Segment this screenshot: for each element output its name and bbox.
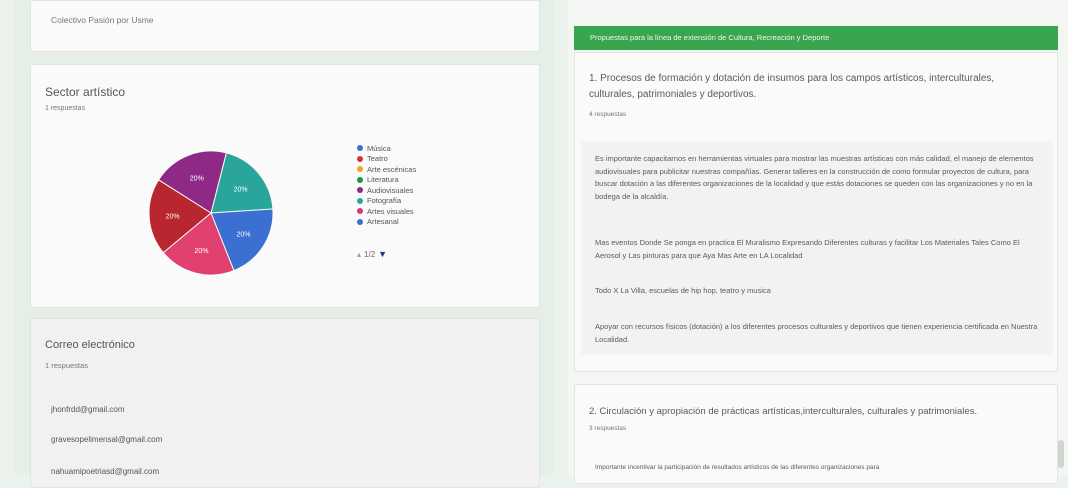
legend-item[interactable]: Audiovisuales bbox=[357, 185, 416, 196]
sector-card: Sector artístico 1 respuestas 20% 20% 20% 2… bbox=[30, 64, 540, 308]
question-2-card: 2. Circulación y apropiación de práctica… bbox=[574, 384, 1058, 484]
email-card: Correo electrónico 1 respuestas jhonfrdd… bbox=[30, 318, 540, 488]
legend-item[interactable]: Arte escénicas bbox=[357, 164, 416, 175]
sector-title: Sector artístico bbox=[45, 85, 126, 99]
email-entry: jhonfrdd@gmail.com bbox=[51, 405, 125, 414]
pager-down-icon[interactable]: ▼ bbox=[378, 249, 387, 259]
question-2-responses: 3 respuestas bbox=[589, 425, 627, 432]
legend-label: Literatura bbox=[367, 175, 399, 185]
pie-slice-label: 20% bbox=[236, 232, 250, 239]
right-proposals-panel: Propuestas para la línea de extensión de… bbox=[568, 0, 1068, 484]
legend-item[interactable]: Fotografía bbox=[357, 196, 416, 207]
email-entry: gravesopelimensal@gmail.com bbox=[51, 435, 163, 444]
legend-label: Música bbox=[367, 143, 391, 153]
left-responses-panel: Colectivo Pasión por Usme Sector artísti… bbox=[14, 0, 554, 488]
legend-item[interactable]: Artesanal bbox=[357, 217, 416, 228]
answer-text: Mas eventos Donde Se ponga en practica E… bbox=[595, 238, 1020, 260]
question-1-card: 1. Procesos de formación y dotación de i… bbox=[574, 52, 1058, 372]
email-title: Correo electrónico bbox=[45, 339, 135, 351]
answer-text: Es importante capacitarnos en herramient… bbox=[595, 154, 1034, 201]
pie-slice-label: 20% bbox=[190, 175, 204, 182]
answer-text: Apoyar con recursos físicos (dotación) a… bbox=[595, 322, 1038, 344]
legend-label: Arte escénicas bbox=[367, 164, 417, 174]
legend-label: Teatro bbox=[367, 154, 388, 164]
section-header: Propuestas para la línea de extensión de… bbox=[574, 26, 1058, 50]
sector-pie-chart: 20% 20% 20% 20% 20% bbox=[148, 150, 274, 276]
legend-swatch bbox=[357, 187, 363, 194]
question-1-title: 1. Procesos de formación y dotación de i… bbox=[589, 73, 995, 100]
pie-slice-label: 20% bbox=[234, 186, 248, 193]
question-1-responses: 4 respuestas bbox=[589, 111, 627, 118]
answer-text: Todo X La Villa, escuelas de hip hop, te… bbox=[595, 286, 771, 295]
legend-item[interactable]: Literatura bbox=[357, 175, 416, 186]
organization-name: Colectivo Pasión por Usme bbox=[51, 15, 154, 25]
legend-swatch bbox=[357, 218, 363, 225]
question-2-title: 2. Circulación y apropiación de práctica… bbox=[589, 406, 978, 417]
scrollbar-thumb[interactable] bbox=[1058, 440, 1064, 468]
legend-swatch bbox=[357, 145, 363, 152]
legend-swatch bbox=[357, 166, 363, 173]
legend-label: Audiovisuales bbox=[367, 185, 414, 195]
email-responses-count: 1 respuestas bbox=[45, 361, 88, 370]
legend-item[interactable]: Artes visuales bbox=[357, 206, 416, 217]
legend-pager: ▴ 1/2 ▼ bbox=[357, 249, 416, 259]
pager-label: 1/2 bbox=[364, 249, 376, 259]
legend-swatch bbox=[357, 155, 363, 162]
pager-up-icon[interactable]: ▴ bbox=[357, 250, 361, 259]
sector-responses-count: 1 respuestas bbox=[45, 105, 86, 112]
answer-preview: Importante incentivar la participación d… bbox=[595, 464, 880, 471]
organization-card: Colectivo Pasión por Usme bbox=[30, 0, 540, 52]
legend-label: Artes visuales bbox=[367, 206, 414, 216]
legend-item[interactable]: Música bbox=[357, 143, 416, 154]
pie-slice-label: 20% bbox=[166, 213, 180, 220]
legend-label: Fotografía bbox=[367, 196, 402, 206]
legend-swatch bbox=[357, 208, 363, 215]
pie-slice-label: 20% bbox=[194, 248, 208, 255]
sector-legend: Música Teatro Arte escénicas Literatura … bbox=[357, 143, 416, 259]
legend-label: Artesanal bbox=[367, 217, 399, 227]
legend-swatch bbox=[357, 176, 363, 183]
legend-swatch bbox=[357, 197, 363, 204]
legend-item[interactable]: Teatro bbox=[357, 154, 416, 165]
